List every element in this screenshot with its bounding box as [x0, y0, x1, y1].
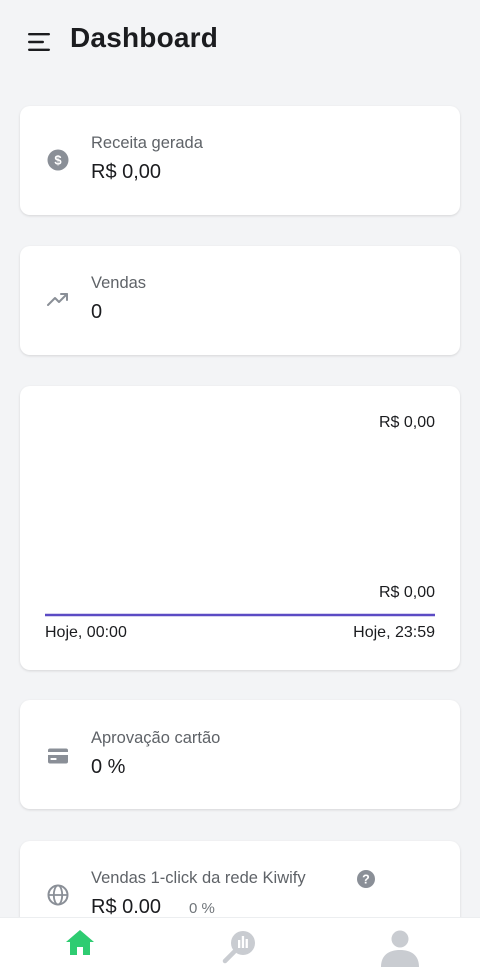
sales-value: 0: [91, 301, 103, 323]
x-tick-label-start: Hoje, 00:00: [45, 624, 127, 641]
app: Dashboard $ Receita gerada R$ 0,00 Venda…: [0, 0, 480, 976]
menu-icon: [28, 33, 50, 51]
user-icon: [381, 930, 419, 967]
page-title: Dashboard: [70, 22, 219, 53]
one-click-sales-value: R$ 0.00: [91, 896, 162, 918]
home-icon: [66, 930, 94, 955]
sales-card: Vendas 0: [20, 246, 460, 355]
nav-home[interactable]: [0, 918, 160, 976]
revenue-chart-card: R$ 0,00 R$ 0,00 Hoje, 00:00 Hoje, 23:59: [20, 386, 460, 670]
card-approval-label: Aprovação cartão: [91, 729, 221, 747]
revenue-card: $ Receita gerada R$ 0,00: [20, 106, 460, 215]
bottom-nav: [0, 917, 480, 976]
sales-label: Vendas: [91, 274, 147, 292]
dollar-circle-icon: $: [47, 149, 69, 171]
trending-up-icon: [47, 293, 68, 306]
globe-icon: [47, 884, 69, 906]
one-click-sales-label: Vendas 1-click da rede Kiwify: [91, 869, 306, 887]
menu-button[interactable]: [24, 26, 56, 58]
analytics-icon: [222, 931, 255, 964]
card-approval-value: 0 %: [91, 756, 126, 778]
x-tick-label-end: Hoje, 23:59: [353, 624, 435, 641]
nav-analytics[interactable]: [160, 918, 320, 976]
credit-card-icon: [48, 748, 68, 764]
help-circle-icon[interactable]: ?: [356, 869, 376, 889]
nav-profile[interactable]: [320, 918, 480, 976]
one-click-sales-percent: 0 %: [189, 900, 215, 917]
card-approval-card: Aprovação cartão 0 %: [20, 700, 460, 809]
header: Dashboard: [0, 0, 480, 84]
svg-text:$: $: [54, 153, 62, 168]
revenue-label: Receita gerada: [91, 134, 203, 152]
revenue-value: R$ 0,00: [91, 161, 162, 183]
svg-text:?: ?: [362, 873, 370, 887]
